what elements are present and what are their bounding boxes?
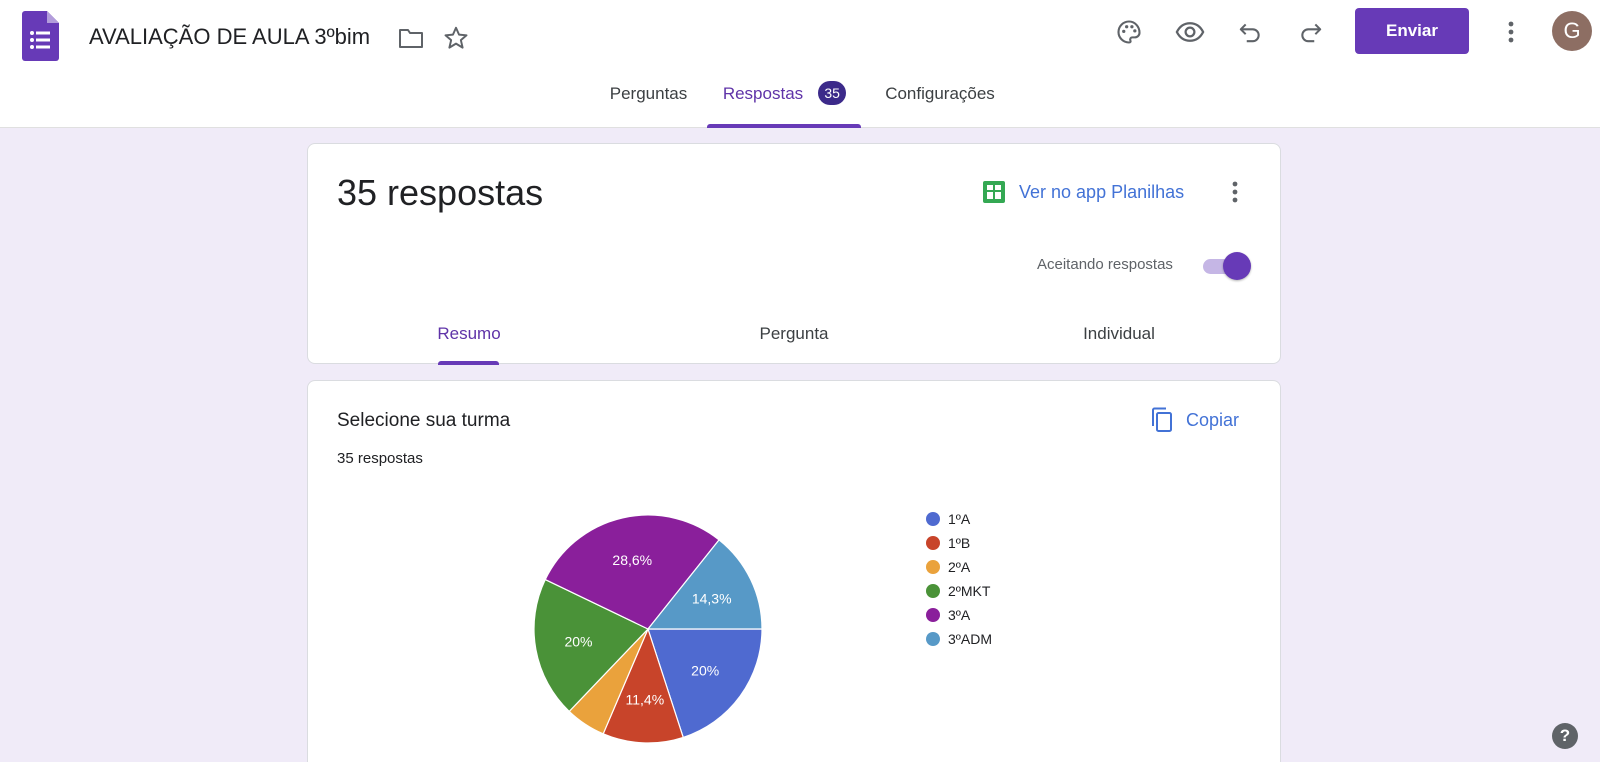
view-in-sheets-link[interactable]: Ver no app Planilhas: [982, 180, 1184, 204]
tab-label: Configurações: [885, 84, 995, 103]
eye-icon[interactable]: [1172, 14, 1208, 50]
form-tabs: Perguntas Respostas 35 Configurações: [0, 81, 1600, 128]
legend-label: 2ºMKT: [948, 583, 991, 599]
question-summary-card: Selecione sua turma 35 respostas Copiar …: [307, 380, 1281, 762]
more-vert-icon[interactable]: [1223, 180, 1247, 204]
copy-label: Copiar: [1186, 409, 1240, 430]
legend-swatch: [926, 632, 940, 646]
legend-item: 2ºA: [926, 555, 992, 579]
accepting-responses-toggle[interactable]: [1203, 252, 1251, 280]
legend-label: 2ºA: [948, 559, 971, 575]
response-count-badge: 35: [818, 81, 847, 105]
app-header: AVALIAÇÃO DE AULA 3ºbim Enviar G Pergunt…: [0, 0, 1600, 128]
legend-item: 2ºMKT: [926, 579, 992, 603]
question-title: Selecione sua turma: [337, 410, 511, 431]
legend-item: 1ºA: [926, 507, 992, 531]
active-subtab-indicator: [438, 361, 499, 365]
responses-summary-card: 35 respostas Ver no app Planilhas Aceita…: [307, 143, 1281, 365]
legend-label: 3ºA: [948, 607, 971, 623]
active-tab-indicator: [707, 124, 861, 128]
legend-swatch: [926, 536, 940, 550]
account-avatar[interactable]: G: [1552, 11, 1592, 51]
legend-item: 3ºA: [926, 603, 992, 627]
star-icon[interactable]: [442, 24, 470, 52]
pie-data-label: 28,6%: [612, 552, 652, 568]
legend-label: 1ºB: [948, 535, 971, 551]
redo-icon[interactable]: [1293, 14, 1329, 50]
sheets-link-label: Ver no app Planilhas: [1019, 181, 1185, 202]
tab-label: Perguntas: [609, 84, 688, 103]
pie-data-label: 11,4%: [625, 692, 664, 708]
pie-data-label: 20%: [564, 634, 592, 650]
subtab-individual[interactable]: Individual: [1039, 324, 1199, 344]
subtab-pergunta[interactable]: Pergunta: [714, 324, 874, 344]
accepting-responses-label: Aceitando respostas: [1037, 256, 1173, 273]
subtab-resumo[interactable]: Resumo: [389, 324, 549, 344]
response-count-heading: 35 respostas: [337, 172, 544, 213]
folder-icon[interactable]: [397, 24, 425, 52]
pie-data-label: 20%: [691, 663, 719, 679]
legend-item: 1ºB: [926, 531, 992, 555]
copy-chart-button[interactable]: Copiar: [1150, 407, 1239, 433]
help-icon[interactable]: ?: [1552, 723, 1578, 749]
question-response-count: 35 respostas: [337, 450, 423, 467]
legend-item: 3ºADM: [926, 627, 992, 651]
tab-label: Respostas: [722, 84, 804, 103]
legend-swatch: [926, 512, 940, 526]
legend-label: 1ºA: [948, 511, 971, 527]
pie-data-label: 14,3%: [692, 590, 732, 606]
google-forms-logo[interactable]: [22, 11, 59, 61]
tab-perguntas[interactable]: Perguntas: [598, 84, 699, 128]
form-title[interactable]: AVALIAÇÃO DE AULA 3ºbim: [89, 24, 370, 50]
chart-legend: 1ºA 1ºB 2ºA 2ºMKT 3ºA 3ºADM: [926, 507, 992, 651]
toggle-knob: [1223, 252, 1251, 280]
tab-respostas[interactable]: Respostas 35: [708, 81, 861, 128]
palette-icon[interactable]: [1111, 14, 1147, 50]
pie-chart: 20% 11,4% 20% 28,6% 14,3%: [533, 514, 763, 744]
legend-swatch: [926, 608, 940, 622]
legend-swatch: [926, 584, 940, 598]
copy-icon: [1152, 407, 1172, 432]
more-vert-icon[interactable]: [1493, 14, 1529, 50]
tab-configuracoes[interactable]: Configurações: [874, 84, 1006, 128]
send-button[interactable]: Enviar: [1355, 8, 1469, 54]
legend-swatch: [926, 560, 940, 574]
undo-icon[interactable]: [1232, 14, 1268, 50]
sheets-icon: [983, 181, 1005, 203]
legend-label: 3ºADM: [948, 631, 993, 647]
